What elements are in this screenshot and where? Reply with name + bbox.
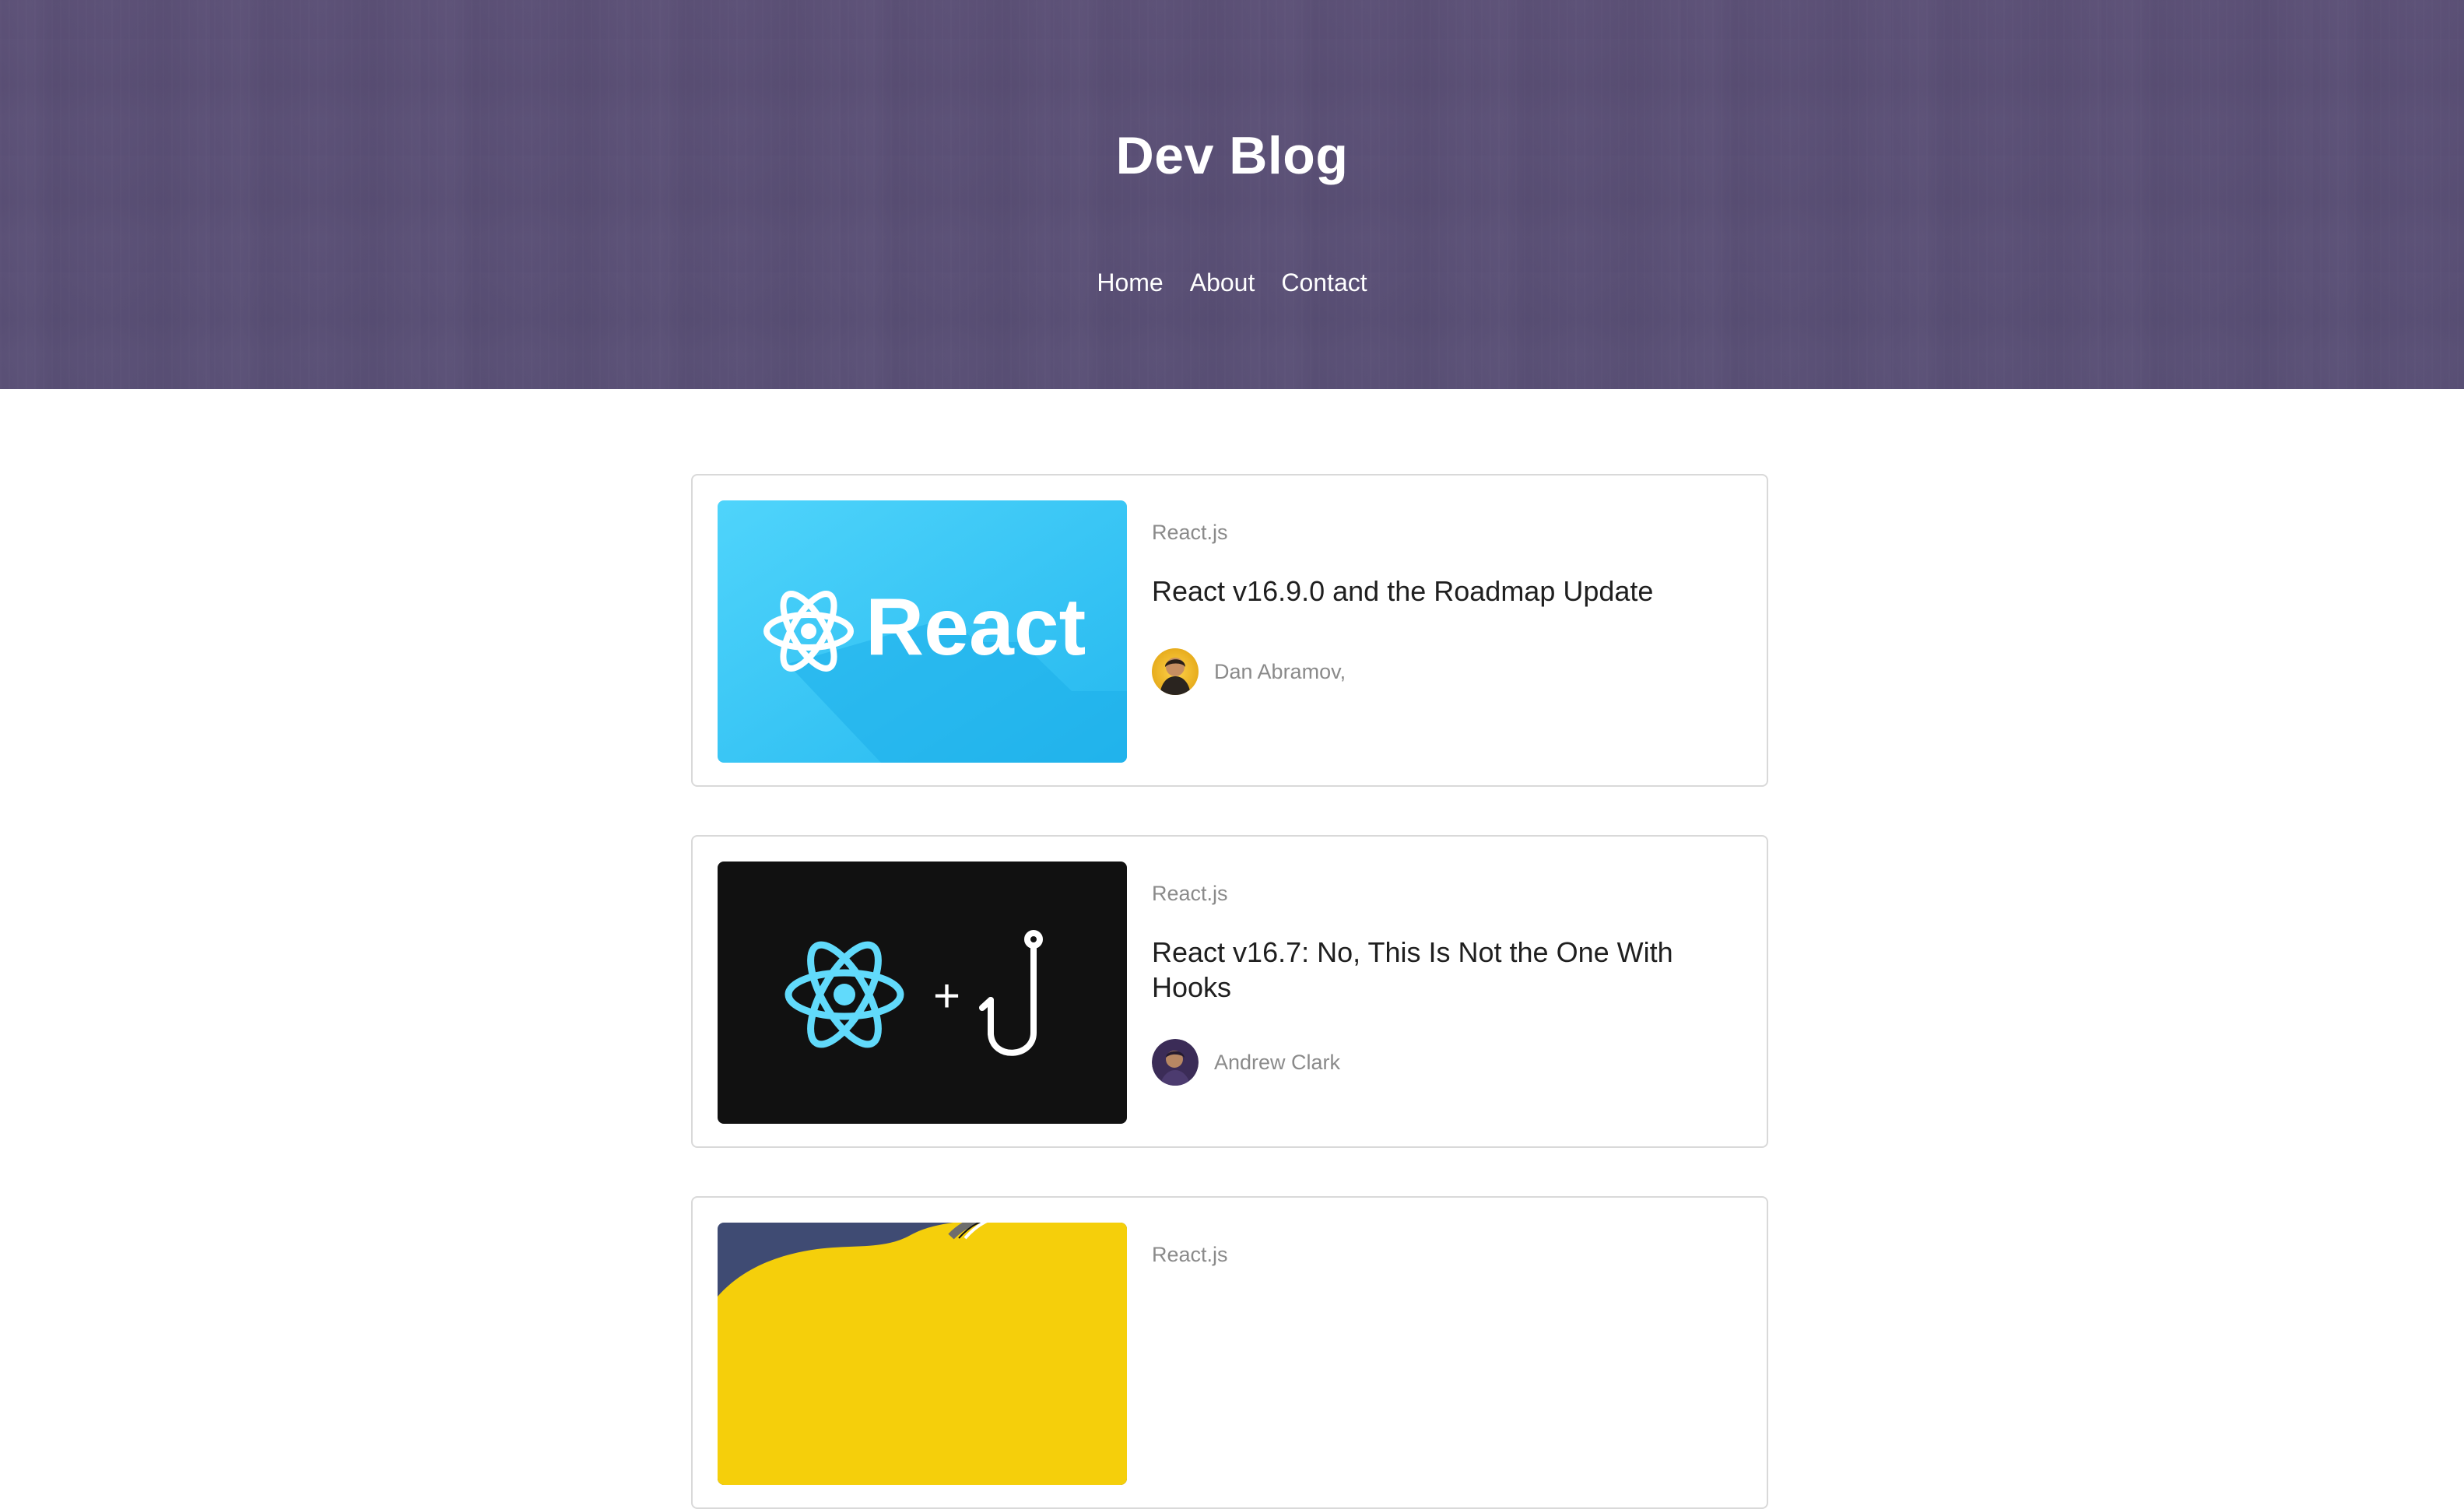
site-title: Dev Blog — [1115, 126, 1349, 185]
author-row: Dan Abramov, — [1152, 648, 1346, 695]
hero-overlay — [0, 0, 2464, 389]
nav-contact-link[interactable]: Contact — [1281, 268, 1367, 297]
post-category: React.js — [1152, 1243, 1228, 1266]
react-thumbnail-image: React — [718, 500, 1127, 763]
main-nav: Home About Contact — [0, 268, 2464, 297]
post-thumbnail[interactable] — [718, 1223, 1127, 1485]
author-row: Andrew Clark — [1152, 1039, 1340, 1086]
nav-about-link[interactable]: About — [1190, 268, 1255, 297]
post-category: React.js — [1152, 521, 1228, 544]
post-title-link[interactable]: React v16.9.0 and the Roadmap Update — [1152, 574, 1712, 609]
hero-banner: Dev Blog Home About Contact — [0, 0, 2464, 389]
post-card[interactable]: React.js — [691, 1196, 1768, 1509]
post-thumbnail[interactable]: React — [718, 500, 1127, 763]
hooks-thumbnail-image: + — [718, 862, 1127, 1124]
yellow-thumbnail-image — [718, 1223, 1127, 1485]
post-card[interactable]: + React.js React v16.7: No, This Is Not … — [691, 835, 1768, 1148]
post-category: React.js — [1152, 882, 1228, 905]
post-title-link[interactable]: React v16.7: No, This Is Not the One Wit… — [1152, 935, 1712, 1005]
post-card[interactable]: React React.js React v16.9.0 and the Roa… — [691, 474, 1768, 787]
post-thumbnail[interactable]: + — [718, 862, 1127, 1124]
author-avatar — [1152, 1039, 1199, 1086]
author-name: Andrew Clark — [1214, 1050, 1341, 1074]
author-avatar-image — [1152, 648, 1199, 695]
nav-home-link[interactable]: Home — [1097, 268, 1163, 297]
author-avatar-image — [1152, 1039, 1199, 1086]
thumbnail-react-text: React — [865, 582, 1086, 672]
author-name: Dan Abramov, — [1214, 659, 1346, 683]
plus-symbol: + — [933, 970, 960, 1022]
author-avatar — [1152, 648, 1199, 695]
